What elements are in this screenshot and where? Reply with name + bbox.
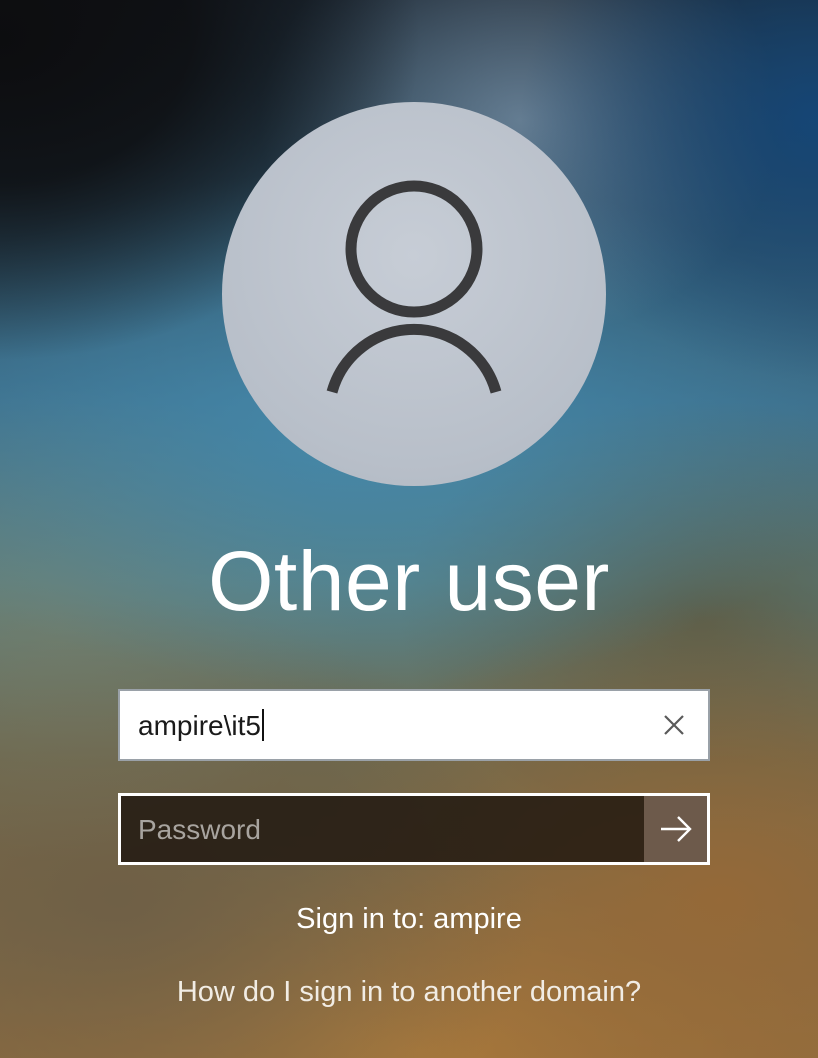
text-caret [261,709,264,741]
submit-button[interactable] [644,796,707,862]
clear-username-button[interactable] [654,705,694,745]
lock-screen: Other user ampire\it5 Password Sign in t… [0,0,818,1058]
user-avatar-icon [326,180,502,394]
username-input[interactable]: ampire\it5 [118,689,710,761]
other-domain-link[interactable]: How do I sign in to another domain? [0,972,818,1012]
close-icon [664,715,684,735]
user-avatar [222,102,606,486]
sign-in-domain-text: Sign in to: ampire [296,903,522,935]
user-title: Other user [208,534,610,628]
username-value: ampire\it5 [138,709,264,743]
arrow-right-icon [661,816,692,842]
password-input[interactable]: Password [118,793,710,865]
password-placeholder: Password [138,814,261,845]
